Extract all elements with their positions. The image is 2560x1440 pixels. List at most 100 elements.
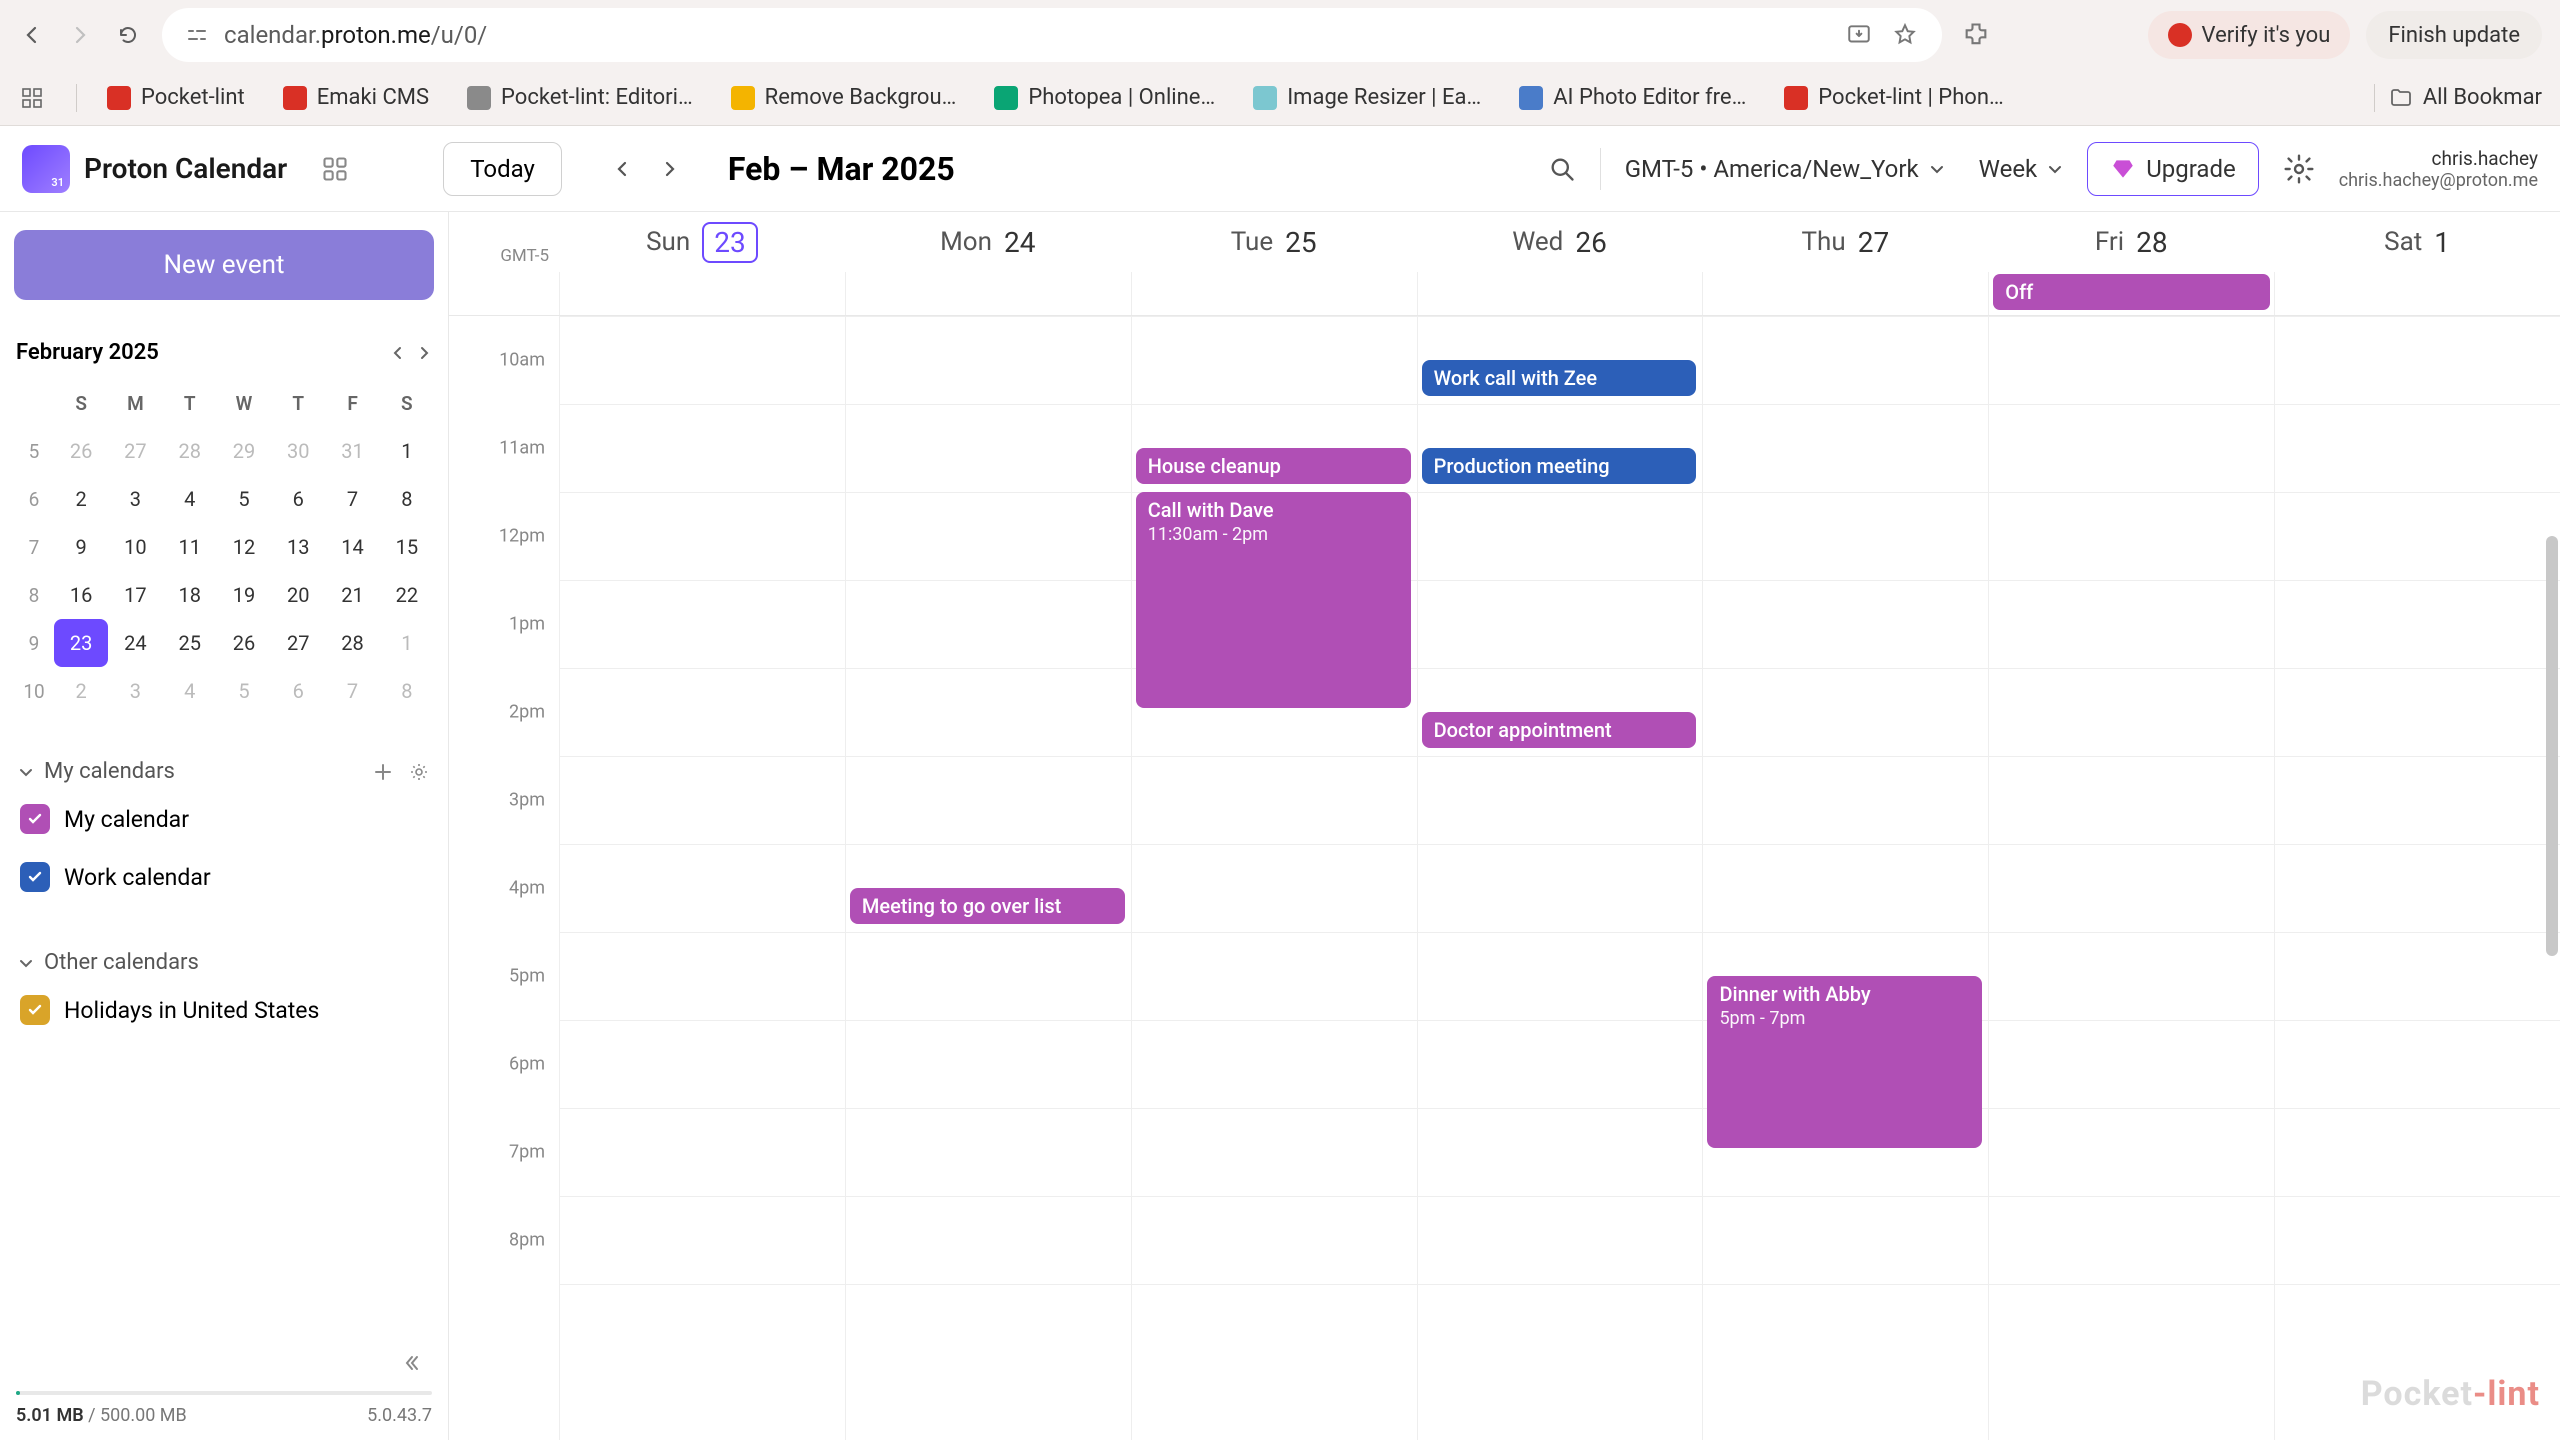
mini-day[interactable]: 11	[163, 523, 217, 571]
calendar-item[interactable]: Holidays in United States	[14, 981, 434, 1039]
mini-day[interactable]: 10	[108, 523, 162, 571]
calendar-checkbox[interactable]	[20, 862, 50, 892]
calendar-settings-icon[interactable]	[408, 761, 430, 783]
mini-day[interactable]: 28	[163, 427, 217, 475]
mini-day[interactable]: 7	[325, 475, 379, 523]
bookmark-item[interactable]: Emaki CMS	[283, 85, 429, 110]
mini-day[interactable]: 8	[380, 667, 434, 715]
day-column[interactable]: House cleanup Call with Dave11:30am - 2pm	[1131, 316, 1417, 1440]
add-calendar-icon[interactable]	[372, 761, 394, 783]
prev-week-button[interactable]	[602, 149, 642, 189]
mini-day[interactable]: 21	[325, 571, 379, 619]
scrollbar[interactable]	[2544, 316, 2558, 1440]
day-header[interactable]: Sun23	[559, 212, 845, 272]
event-house-cleanup[interactable]: House cleanup	[1136, 448, 1411, 484]
mini-day[interactable]: 6	[271, 475, 325, 523]
mini-day[interactable]: 4	[163, 475, 217, 523]
next-week-button[interactable]	[650, 149, 690, 189]
bookmark-item[interactable]: Pocket-lint: Editori…	[467, 85, 693, 110]
app-switcher-icon[interactable]	[317, 151, 353, 187]
mini-day[interactable]: 15	[380, 523, 434, 571]
collapse-sidebar-icon[interactable]	[404, 1351, 428, 1375]
back-button[interactable]	[18, 21, 46, 49]
bookmark-item[interactable]: Remove Backgrou…	[731, 85, 957, 110]
mini-day[interactable]: 17	[108, 571, 162, 619]
install-icon[interactable]	[1846, 22, 1872, 48]
event-production-meeting[interactable]: Production meeting	[1422, 448, 1697, 484]
mini-day[interactable]: 5	[217, 667, 271, 715]
calendar-item[interactable]: Work calendar	[14, 848, 434, 906]
mini-day[interactable]: 2	[54, 667, 108, 715]
mini-day[interactable]: 16	[54, 571, 108, 619]
mini-day[interactable]: 13	[271, 523, 325, 571]
mini-day[interactable]: 7	[325, 667, 379, 715]
event-dinner-abby[interactable]: Dinner with Abby5pm - 7pm	[1707, 976, 1982, 1148]
mini-day[interactable]: 27	[271, 619, 325, 667]
mini-day[interactable]: 24	[108, 619, 162, 667]
mini-day[interactable]: 1	[380, 619, 434, 667]
mini-day[interactable]: 23	[54, 619, 108, 667]
mini-day[interactable]: 22	[380, 571, 434, 619]
mini-day[interactable]: 20	[271, 571, 325, 619]
bookmark-item[interactable]: Photopea | Online…	[994, 85, 1215, 110]
day-header[interactable]: Thu27	[1702, 212, 1988, 272]
mini-day[interactable]: 30	[271, 427, 325, 475]
address-bar[interactable]: calendar.proton.me/u/0/	[162, 8, 1942, 62]
mini-day[interactable]: 29	[217, 427, 271, 475]
bookmark-item[interactable]: AI Photo Editor fre…	[1519, 85, 1746, 110]
mini-day[interactable]: 26	[217, 619, 271, 667]
mini-day[interactable]: 19	[217, 571, 271, 619]
extensions-icon[interactable]	[1962, 21, 1990, 49]
logo[interactable]: Proton Calendar	[22, 145, 287, 193]
day-column[interactable]	[2274, 316, 2560, 1440]
day-header[interactable]: Mon24	[845, 212, 1131, 272]
bookmark-item[interactable]: Pocket-lint | Phon…	[1784, 85, 2003, 110]
site-controls-icon[interactable]	[186, 24, 208, 46]
mini-prev-month[interactable]	[390, 345, 406, 361]
timezone-select[interactable]: GMT-5 • America/New_York	[1625, 155, 1945, 183]
mini-day[interactable]: 2	[54, 475, 108, 523]
forward-button[interactable]	[66, 21, 94, 49]
all-bookmarks-button[interactable]: All Bookmar	[2389, 85, 2542, 110]
finish-update-button[interactable]: Finish update	[2366, 11, 2542, 59]
other-calendars-header[interactable]: Other calendars	[14, 944, 434, 981]
today-button[interactable]: Today	[443, 142, 562, 196]
mini-day[interactable]: 3	[108, 475, 162, 523]
event-meeting[interactable]: Meeting to go over list	[850, 888, 1125, 924]
mini-day[interactable]: 28	[325, 619, 379, 667]
calendar-checkbox[interactable]	[20, 804, 50, 834]
event-call-dave[interactable]: Call with Dave11:30am - 2pm	[1136, 492, 1411, 708]
event-work-call[interactable]: Work call with Zee	[1422, 360, 1697, 396]
upgrade-button[interactable]: Upgrade	[2087, 142, 2259, 196]
day-header[interactable]: Fri28	[1988, 212, 2274, 272]
mini-day[interactable]: 9	[54, 523, 108, 571]
allday-event-off[interactable]: Off	[1993, 274, 2270, 310]
allday-row[interactable]: Off	[449, 272, 2560, 316]
mini-day[interactable]: 14	[325, 523, 379, 571]
settings-icon[interactable]	[2283, 153, 2315, 185]
my-calendars-header[interactable]: My calendars	[14, 753, 434, 790]
mini-day[interactable]: 1	[380, 427, 434, 475]
day-header[interactable]: Sat1	[2274, 212, 2560, 272]
day-header[interactable]: Tue25	[1131, 212, 1417, 272]
reload-button[interactable]	[114, 21, 142, 49]
user-info[interactable]: chris.hachey chris.hachey@proton.me	[2339, 147, 2538, 191]
mini-day[interactable]: 8	[380, 475, 434, 523]
mini-day[interactable]: 26	[54, 427, 108, 475]
mini-calendar[interactable]: SMTWTFS526272829303116234567879101112131…	[14, 379, 434, 715]
day-column[interactable]: Dinner with Abby5pm - 7pm	[1702, 316, 1988, 1440]
new-event-button[interactable]: New event	[14, 230, 434, 300]
day-header[interactable]: Wed26	[1417, 212, 1703, 272]
mini-day[interactable]: 5	[217, 475, 271, 523]
bookmark-item[interactable]: Image Resizer | Ea…	[1253, 85, 1481, 110]
calendar-checkbox[interactable]	[20, 995, 50, 1025]
calendar-grid[interactable]: 10am11am12pm1pm2pm3pm4pm5pm6pm7pm8pm Mee…	[449, 316, 2560, 1440]
day-column[interactable]: Work call with ZeeProduction meetingDoct…	[1417, 316, 1703, 1440]
day-column[interactable]: Meeting to go over list	[845, 316, 1131, 1440]
mini-day[interactable]: 3	[108, 667, 162, 715]
calendar-item[interactable]: My calendar	[14, 790, 434, 848]
mini-next-month[interactable]	[416, 345, 432, 361]
day-column[interactable]	[1988, 316, 2274, 1440]
mini-day[interactable]: 31	[325, 427, 379, 475]
search-icon[interactable]	[1548, 155, 1576, 183]
